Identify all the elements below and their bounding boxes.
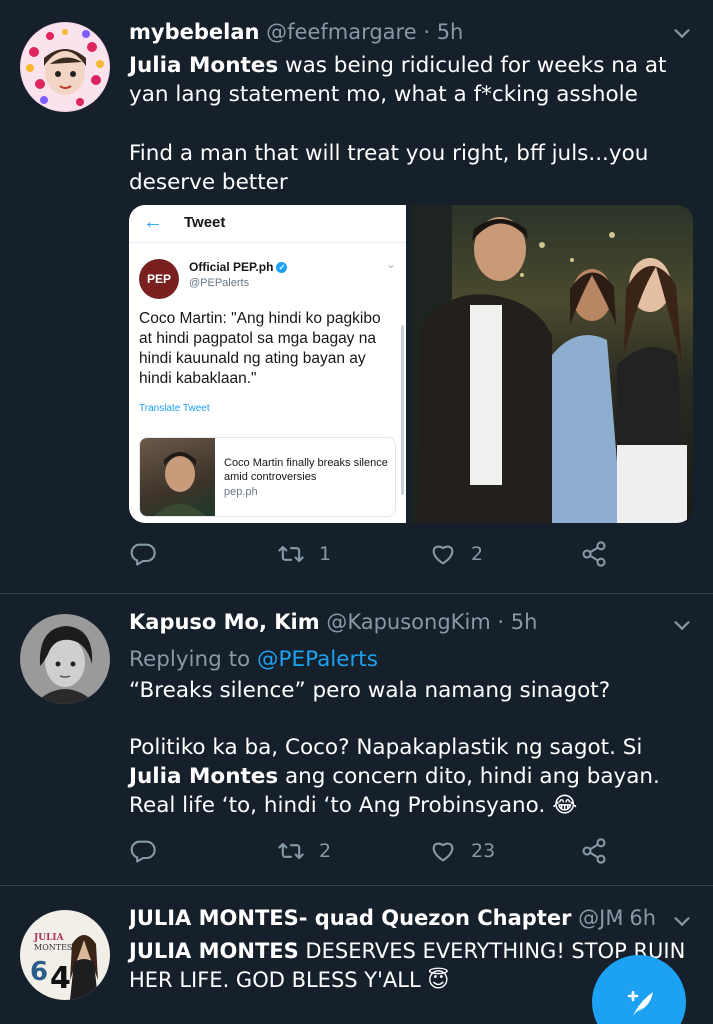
tweet-text-body: Politiko ka ba, Coco? Napakaplastik ng s… bbox=[129, 735, 643, 760]
tweet-header: JULIA MONTES- quad Quezon Chapter @JMSq.… bbox=[129, 906, 623, 930]
screenshot-topbar: ← Tweet bbox=[129, 205, 407, 243]
link-card-title: Coco Martin finally breaks silence amid … bbox=[224, 457, 388, 483]
share-icon bbox=[582, 541, 606, 567]
mention-text: Julia Montes bbox=[129, 53, 279, 78]
mention-text: JULIA MONTES bbox=[129, 939, 299, 963]
timestamp[interactable]: · 6h bbox=[616, 906, 656, 930]
timestamp[interactable]: · 5h bbox=[423, 20, 463, 44]
tweet-text-paragraph: Politiko ka ba, Coco? Napakaplastik ng s… bbox=[129, 733, 693, 820]
translate-link: Translate Tweet bbox=[139, 403, 210, 414]
chevron-down-icon: ⌄ bbox=[385, 257, 397, 271]
back-arrow-icon: ← bbox=[143, 211, 163, 233]
screenshot-title: Tweet bbox=[184, 214, 226, 231]
chevron-down-icon[interactable] bbox=[671, 910, 693, 938]
tweet-header: Kapuso Mo, Kim @KapusongKim · 5h bbox=[129, 610, 653, 634]
chevron-down-icon[interactable] bbox=[671, 22, 693, 50]
link-card-thumbnail bbox=[140, 438, 215, 516]
screenshot-tweet-body: Coco Martin: "Ang hindi ko pagkibo at hi… bbox=[139, 310, 381, 387]
svg-text:4: 4 bbox=[50, 961, 71, 996]
tweet[interactable]: Kapuso Mo, Kim @KapusongKim · 5h Replyin… bbox=[0, 594, 713, 886]
screenshot-account-name-text: Official PEP.ph bbox=[189, 260, 274, 274]
tweet-text: Julia Montes was being ridiculed for wee… bbox=[129, 51, 693, 109]
retweet-count: 2 bbox=[319, 840, 332, 862]
tweet-text: “Breaks silence” pero wala namang sinago… bbox=[129, 678, 611, 703]
like-button[interactable]: 2 bbox=[429, 540, 483, 568]
like-count: 23 bbox=[471, 840, 496, 862]
replying-to: Replying to @PEPalerts bbox=[129, 645, 693, 674]
display-name[interactable]: Kapuso Mo, Kim bbox=[129, 610, 320, 634]
retweet-count: 1 bbox=[319, 543, 332, 565]
heart-icon bbox=[432, 545, 454, 565]
retweet-icon bbox=[278, 545, 304, 563]
share-button[interactable] bbox=[580, 540, 608, 568]
retweet-button[interactable]: 2 bbox=[277, 837, 331, 865]
avatar[interactable] bbox=[20, 22, 110, 112]
tweet[interactable]: mybebelan @feefmargare · 5h Julia Montes… bbox=[0, 0, 713, 594]
user-handle[interactable]: @feefmargare bbox=[266, 20, 417, 44]
tweet-text-paragraph: Find a man that will treat you right, bf… bbox=[129, 141, 649, 195]
tweet-header: mybebelan @feefmargare · 5h bbox=[129, 20, 653, 44]
svg-text:JULIA: JULIA bbox=[33, 933, 65, 943]
chevron-down-icon[interactable] bbox=[671, 614, 693, 642]
retweet-icon bbox=[278, 842, 304, 860]
verified-icon: ✓ bbox=[276, 262, 288, 274]
screenshot-account-handle: @PEPalerts bbox=[189, 277, 250, 289]
display-name[interactable]: JULIA MONTES- quad Quezon Chapter bbox=[129, 906, 571, 930]
embedded-tweet-screenshot[interactable]: ← Tweet PEP Official PEP.ph ✓ @PEPalerts … bbox=[129, 205, 407, 523]
mention-text: Julia Montes bbox=[129, 764, 279, 789]
like-button[interactable]: 23 bbox=[429, 837, 495, 865]
replying-to-handle[interactable]: @PEPalerts bbox=[257, 647, 378, 672]
tweet-actions: 2 23 bbox=[129, 837, 693, 869]
svg-text:MONTES: MONTES bbox=[34, 943, 72, 952]
like-count: 2 bbox=[471, 543, 484, 565]
reply-button[interactable] bbox=[129, 540, 157, 568]
pep-logo: PEP bbox=[139, 259, 179, 299]
reply-icon bbox=[130, 543, 156, 566]
reply-button[interactable] bbox=[129, 837, 157, 865]
tweet-actions: 1 2 bbox=[129, 540, 693, 572]
avatar[interactable] bbox=[20, 614, 110, 704]
link-card-domain: pep.ph bbox=[224, 486, 258, 498]
avatar[interactable]: JULIA MONTES 6 4 bbox=[20, 910, 110, 1000]
replying-to-label: Replying to bbox=[129, 647, 258, 672]
user-handle[interactable]: @KapusongKim bbox=[326, 610, 490, 634]
media-attachments[interactable]: ← Tweet PEP Official PEP.ph ✓ @PEPalerts … bbox=[129, 205, 693, 523]
share-button[interactable] bbox=[580, 837, 608, 865]
share-icon bbox=[582, 838, 606, 864]
compose-tweet-icon bbox=[627, 990, 653, 1016]
screenshot-scrollbar bbox=[401, 325, 405, 495]
group-photo[interactable] bbox=[412, 205, 693, 523]
screenshot-link-card: Coco Martin finally breaks silence amid … bbox=[139, 437, 397, 517]
heart-icon bbox=[432, 842, 454, 862]
screenshot-account-name: Official PEP.ph ✓ bbox=[189, 260, 288, 274]
svg-text:6: 6 bbox=[30, 957, 48, 987]
retweet-button[interactable]: 1 bbox=[277, 540, 331, 568]
timestamp[interactable]: · 5h bbox=[497, 610, 537, 634]
reply-icon bbox=[130, 840, 156, 863]
display-name[interactable]: mybebelan bbox=[129, 20, 259, 44]
